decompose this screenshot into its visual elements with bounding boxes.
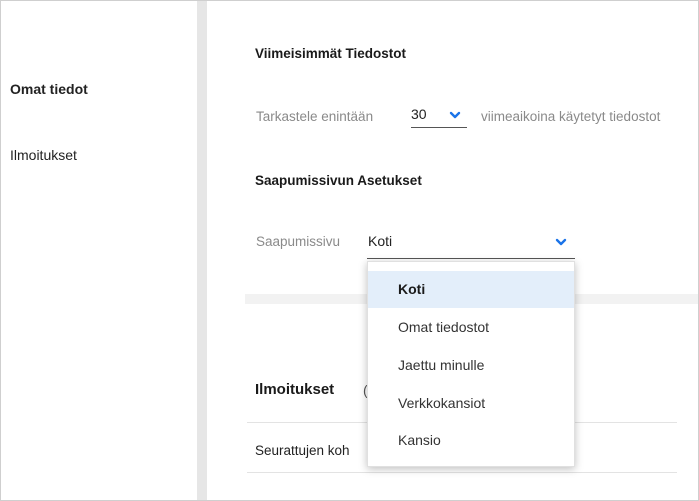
landing-settings-title: Saapumissivun Asetukset [255,173,422,188]
recent-files-suffix: viimeaikoina käytetyt tiedostot [481,109,661,124]
app-frame: Omat tiedot Ilmoitukset Viimeisimmät Tie… [0,0,699,501]
sidebar: Omat tiedot Ilmoitukset [1,1,197,500]
menu-item-jaettu-minulle[interactable]: Jaettu minulle [368,347,574,384]
recent-files-count-value: 30 [411,106,427,122]
landing-page-select[interactable]: Koti [367,231,575,259]
menu-item-koti[interactable]: Koti [368,271,574,308]
landing-page-dropdown-menu: Koti Omat tiedostot Jaettu minulle Verkk… [367,261,575,467]
landing-page-selected-value: Koti [368,233,393,249]
notifications-title: Ilmoitukset [255,381,335,398]
notifications-divider-bottom [247,472,677,473]
recent-files-count-select[interactable]: 30 [411,106,467,128]
recent-files-title: Viimeisimmät Tiedostot [255,46,407,61]
notifications-row-followed: Seurattujen koh [255,443,350,458]
menu-item-verkkokansiot[interactable]: Verkkokansiot [368,385,574,422]
menu-item-omat-tiedostot[interactable]: Omat tiedostot [368,309,574,346]
recent-files-prefix: Tarkastele enintään [256,109,374,124]
landing-page-label: Saapumissivu [256,234,341,249]
sidebar-divider [197,1,207,500]
sidebar-item-omat-tiedot[interactable]: Omat tiedot [10,81,88,97]
menu-item-kansio[interactable]: Kansio [368,422,574,459]
chevron-down-icon [449,109,461,121]
chevron-down-icon [555,236,567,248]
sidebar-item-ilmoitukset[interactable]: Ilmoitukset [10,147,77,163]
